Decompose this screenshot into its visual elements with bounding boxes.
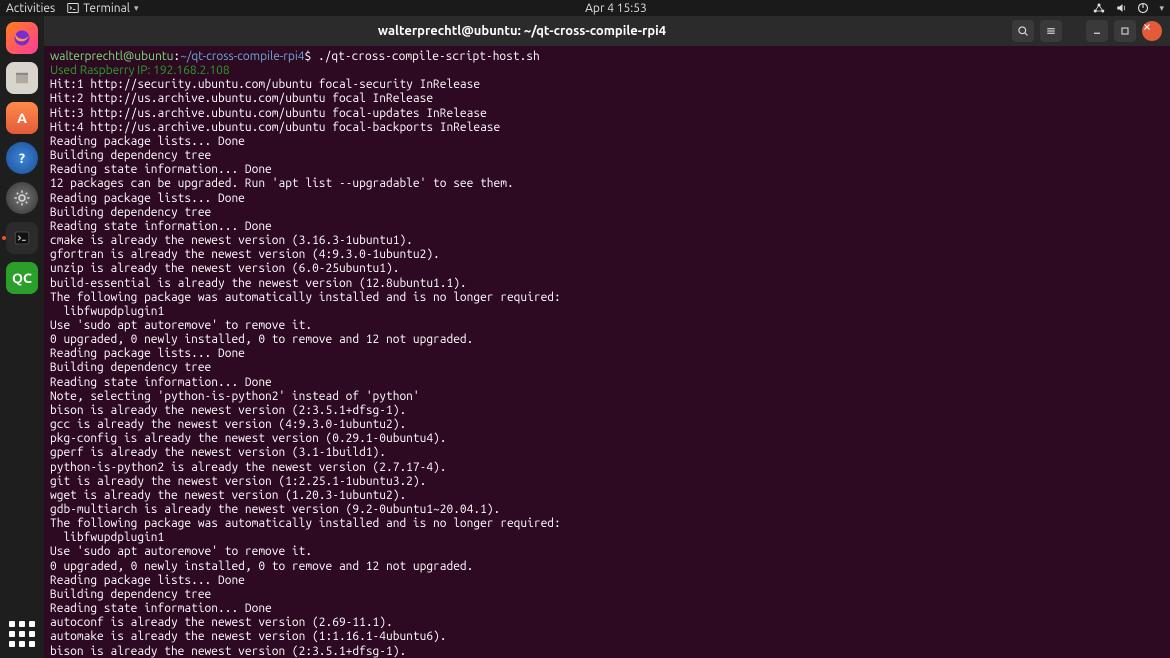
window-title-bar: walterprechtl@ubuntu: ~/qt-cross-compile… [0, 16, 1170, 46]
clock[interactable]: Apr 4 15:53 [138, 2, 1093, 15]
dock-software[interactable]: A [6, 102, 38, 134]
close-button[interactable] [1142, 21, 1162, 41]
dock-help[interactable]: ? [6, 142, 38, 174]
maximize-button[interactable] [1114, 20, 1136, 42]
top-panel: Activities Terminal ▾ Apr 4 15:53 ▾ [0, 0, 1170, 16]
terminal-viewport[interactable]: walterprechtl@ubuntu:~/qt-cross-compile-… [44, 46, 1170, 658]
chevron-down-icon: ▾ [134, 3, 139, 14]
terminal-output: walterprechtl@ubuntu:~/qt-cross-compile-… [50, 50, 1164, 658]
close-icon [1142, 22, 1152, 32]
dock-qc[interactable]: QC [6, 262, 38, 294]
hamburger-icon [1045, 25, 1057, 37]
menu-button[interactable] [1040, 20, 1062, 42]
search-button[interactable] [1012, 20, 1034, 42]
terminal-launcher-icon [13, 229, 31, 247]
gear-icon [13, 189, 31, 207]
maximize-icon [1119, 25, 1131, 37]
bag-icon: A [17, 110, 27, 126]
minimize-button[interactable] [1086, 20, 1108, 42]
search-icon [1017, 25, 1029, 37]
folder-icon [13, 69, 31, 87]
firefox-icon [12, 28, 32, 48]
window-title: walterprechtl@ubuntu: ~/qt-cross-compile… [38, 24, 1006, 38]
terminal-app-menu[interactable]: Terminal ▾ [67, 2, 138, 15]
system-menu-chevron-icon[interactable]: ▾ [1159, 3, 1164, 14]
active-indicator [2, 236, 6, 240]
activities-button[interactable]: Activities [6, 2, 55, 15]
volume-icon[interactable] [1115, 2, 1127, 14]
grid-icon [9, 621, 35, 647]
dock: A ? QC [0, 16, 44, 658]
dock-settings[interactable] [6, 182, 38, 214]
dock-terminal[interactable] [6, 222, 38, 254]
dock-firefox[interactable] [6, 22, 38, 54]
minimize-icon [1091, 25, 1103, 37]
help-icon: ? [19, 150, 25, 166]
power-icon[interactable] [1137, 2, 1149, 14]
network-icon[interactable] [1093, 2, 1105, 14]
show-apps-button[interactable] [6, 618, 38, 650]
dock-files[interactable] [6, 62, 38, 94]
terminal-icon [67, 2, 79, 14]
